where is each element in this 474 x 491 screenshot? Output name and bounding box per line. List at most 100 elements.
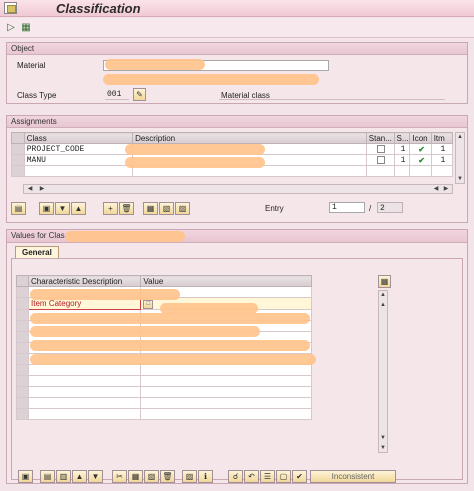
scroll-page-down-icon[interactable]: ▼ (379, 434, 387, 442)
class-cell[interactable]: PROJECT_CODE (23, 143, 134, 155)
row-selector[interactable] (15, 408, 30, 420)
values-vertical-scrollbar[interactable]: ▲ ▲ ▼ ▼ (378, 290, 388, 453)
value-cell[interactable] (140, 386, 312, 398)
row-selector[interactable] (15, 353, 30, 365)
hierarchy-button[interactable]: ▨ (175, 202, 190, 215)
assignments-horizontal-scrollbar[interactable]: ◀ ▶ ◀ ▶ (23, 184, 453, 194)
layout-button[interactable]: ▢ (276, 470, 291, 483)
row-selector[interactable] (11, 143, 25, 155)
class-detail-button[interactable]: ▤ (11, 202, 26, 215)
sort-ascending-button[interactable]: ▲ (71, 202, 86, 215)
table-row[interactable] (15, 408, 312, 420)
row-selector[interactable] (15, 364, 30, 376)
row-selector[interactable] (15, 397, 30, 409)
undo-button[interactable]: ↶ (244, 470, 259, 483)
assignments-group-title: Assignments (7, 116, 467, 128)
char-desc-cell (28, 397, 142, 409)
row-selector[interactable] (15, 331, 30, 343)
class-cell[interactable]: MANU (23, 154, 134, 166)
class-type-help-button[interactable]: ✎ (133, 88, 146, 101)
row-selector[interactable] (11, 154, 25, 166)
class-type-field[interactable]: 001 (105, 89, 129, 100)
value-info-button[interactable]: ▥ (56, 470, 71, 483)
delete-value-button[interactable]: 🗑 (160, 470, 175, 483)
sort-descending-button[interactable]: ▼ (55, 202, 70, 215)
select-all-column[interactable] (11, 132, 25, 144)
delete-row-button[interactable]: 🗑 (119, 202, 134, 215)
col-characteristic-description[interactable]: Characteristic Description (28, 275, 142, 287)
scroll-left-icon[interactable]: ◀ (26, 185, 34, 193)
char-desc-cell (28, 364, 142, 376)
value-filter-button[interactable]: ▼ (88, 470, 103, 483)
check-button[interactable]: ✔ (292, 470, 307, 483)
scroll-up-icon[interactable]: ▲ (456, 133, 464, 141)
standard-cell[interactable] (365, 143, 395, 155)
value-help-button[interactable]: ℹ (198, 470, 213, 483)
row-selector[interactable] (15, 286, 30, 298)
scroll-right-icon[interactable]: ▶ (38, 185, 46, 193)
assignments-vertical-scrollbar[interactable]: ▲ ▼ (455, 132, 465, 184)
insert-row-button[interactable]: + (103, 202, 118, 215)
value-cell[interactable] (140, 408, 312, 420)
icon-cell: ✔ (409, 143, 432, 155)
assignments-header-row: Class Description Stan... S... Icon Itm (11, 132, 454, 144)
paste-button[interactable]: ▧ (144, 470, 159, 483)
tab-general[interactable]: General (15, 246, 59, 258)
row-selector[interactable] (15, 375, 30, 387)
value-detail-button[interactable]: ▤ (40, 470, 55, 483)
value-help-icon[interactable]: □ (143, 300, 154, 309)
scroll-right-end-icon[interactable]: ▶ (442, 185, 450, 193)
cut-button[interactable]: ✂ (112, 470, 127, 483)
status-cell: 1 (393, 143, 411, 155)
row-selector[interactable] (15, 320, 30, 332)
col-itm[interactable]: Itm (430, 132, 454, 144)
row-selector[interactable] (15, 297, 30, 310)
redaction-class-name (65, 231, 185, 242)
empty-cell (393, 165, 411, 177)
find-button[interactable]: ☌ (228, 470, 243, 483)
scroll-down-icon[interactable]: ▼ (379, 444, 387, 452)
back-document-icon[interactable]: ▷ (5, 22, 17, 34)
col-status[interactable]: S... (393, 132, 411, 144)
columns-button[interactable]: ☰ (260, 470, 275, 483)
standard-checkbox[interactable] (377, 156, 386, 165)
col-description[interactable]: Description (132, 132, 367, 144)
application-toolbar: ▷ ▦ (0, 18, 474, 38)
row-selector[interactable] (15, 342, 30, 354)
col-standard[interactable]: Stan... (365, 132, 395, 144)
expand-button[interactable]: ▦ (143, 202, 158, 215)
scroll-down-icon[interactable]: ▼ (456, 175, 464, 183)
inconsistent-button[interactable]: Inconsistent (310, 470, 396, 483)
row-selector[interactable] (15, 309, 30, 321)
scroll-up-icon[interactable]: ▲ (379, 291, 387, 299)
redaction-row-6 (30, 354, 316, 365)
collapse-button[interactable]: ▧ (159, 202, 174, 215)
table-row[interactable] (15, 364, 312, 376)
general-tab-panel: Characteristic Description Value Item Ca… (11, 258, 463, 483)
value-cell[interactable] (140, 375, 312, 387)
row-selector[interactable] (15, 386, 30, 398)
table-row[interactable] (15, 386, 312, 398)
table-row[interactable] (15, 375, 312, 387)
scroll-left-end-icon[interactable]: ◀ (432, 185, 440, 193)
col-icon[interactable]: Icon (409, 132, 432, 144)
standard-checkbox[interactable] (377, 145, 386, 154)
value-select-button[interactable]: ▣ (18, 470, 33, 483)
col-class[interactable]: Class (23, 132, 134, 144)
class-type-description-field (219, 89, 445, 100)
values-select-all[interactable] (15, 275, 30, 287)
table-settings-icon[interactable]: ▦ (378, 275, 391, 288)
entry-field[interactable]: 1 (329, 202, 365, 213)
redaction-row-5 (30, 340, 310, 351)
value-sort-button[interactable]: ▲ (72, 470, 87, 483)
scroll-page-up-icon[interactable]: ▲ (379, 301, 387, 309)
other-object-icon[interactable]: ▦ (20, 22, 32, 34)
col-value[interactable]: Value (140, 275, 312, 287)
value-cell[interactable] (140, 397, 312, 409)
copy-button[interactable]: ▦ (128, 470, 143, 483)
standard-cell[interactable] (365, 154, 395, 166)
table-row[interactable] (15, 397, 312, 409)
export-button[interactable]: ▨ (182, 470, 197, 483)
select-button[interactable]: ▣ (39, 202, 54, 215)
value-cell[interactable] (140, 364, 312, 376)
